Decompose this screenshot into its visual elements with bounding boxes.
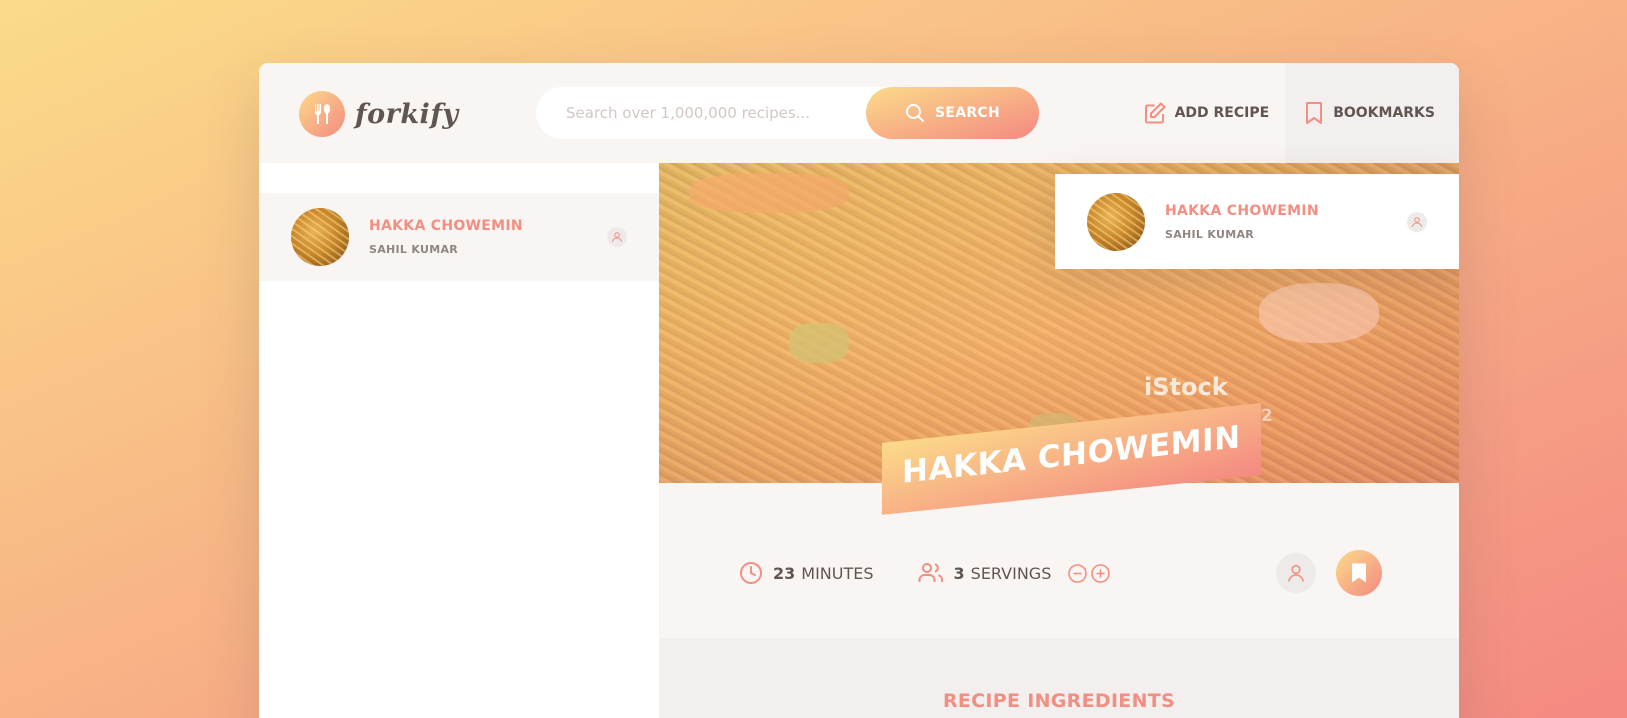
result-publisher: SAHIL KUMAR [369,243,459,256]
recipe-details: 23 MINUTES 3 SERVINGS [659,513,1459,633]
app-container: forkify SEARCH ADD RECIPE [259,63,1459,718]
logo[interactable]: forkify [299,91,459,137]
servings: 3 SERVINGS [918,561,1112,585]
users-icon [918,563,943,582]
bookmarks-dropdown: HAKKA CHOWEMIN SAHIL KUMAR [1055,174,1459,269]
cooking-time: 23 MINUTES [739,561,874,585]
user-icon [1407,211,1427,232]
servings-value: 3 [953,563,965,583]
add-recipe-button[interactable]: ADD RECIPE [1127,63,1286,163]
search-form: SEARCH [536,87,1039,139]
logo-text: forkify [355,98,459,130]
search-results: HAKKA CHOWEMIN SAHIL KUMAR [259,163,659,718]
search-button[interactable]: SEARCH [866,87,1039,139]
edit-icon [1144,102,1166,124]
cooking-time-unit: MINUTES [801,563,874,583]
bookmark-publisher: SAHIL KUMAR [1165,227,1255,241]
recipe-ingredients: RECIPE INGREDIENTS [659,638,1459,718]
fork-knife-logo-icon [299,91,345,137]
user-icon [1288,564,1304,582]
image-watermark: iStock [1144,373,1228,401]
result-preview[interactable]: HAKKA CHOWEMIN SAHIL KUMAR [259,193,659,281]
bookmark-thumbnail [1087,192,1145,251]
bookmark-preview[interactable]: HAKKA CHOWEMIN SAHIL KUMAR [1055,174,1459,269]
bookmarks-button[interactable]: BOOKMARKS [1285,63,1459,163]
clock-icon [740,562,762,584]
header: forkify SEARCH ADD RECIPE [259,63,1459,163]
bookmark-icon [1306,102,1323,124]
user-generated-badge [1276,553,1316,593]
user-icon [607,227,627,247]
cooking-time-value: 23 [773,563,796,583]
nav: ADD RECIPE BOOKMARKS [1127,63,1459,163]
servings-unit: SERVINGS [970,563,1052,583]
minus-circle-icon[interactable] [1067,563,1088,584]
bookmarks-label: BOOKMARKS [1333,105,1435,121]
add-recipe-label: ADD RECIPE [1174,105,1270,121]
bookmark-title: HAKKA CHOWEMIN [1165,202,1319,219]
plus-circle-icon[interactable] [1090,563,1111,584]
bookmark-icon [1352,563,1366,583]
bookmark-recipe-button[interactable] [1336,550,1382,596]
result-title: HAKKA CHOWEMIN [369,218,523,234]
search-input[interactable] [536,87,866,139]
search-button-label: SEARCH [934,105,1001,121]
ingredients-heading: RECIPE INGREDIENTS [942,690,1176,712]
search-icon [905,104,924,122]
result-thumbnail [291,208,349,266]
